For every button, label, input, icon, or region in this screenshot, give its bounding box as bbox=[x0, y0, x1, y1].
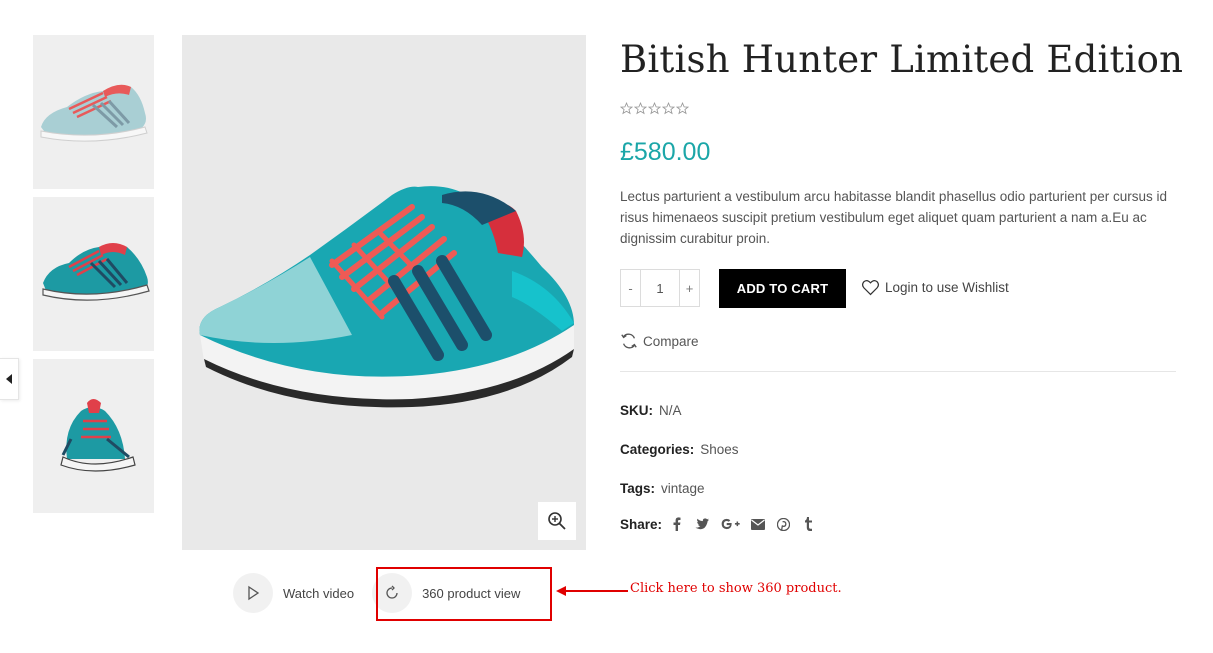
compare-link[interactable]: Compare bbox=[620, 332, 699, 350]
share-label: Share: bbox=[620, 516, 663, 532]
google-plus-icon[interactable] bbox=[720, 516, 740, 532]
main-product-image[interactable] bbox=[182, 35, 586, 550]
star-empty-icon bbox=[662, 102, 675, 115]
thumbnail-1[interactable] bbox=[33, 35, 154, 189]
categories-row: Categories: Shoes bbox=[620, 442, 739, 457]
annotation-text: Click here to show 360 product. bbox=[630, 581, 842, 596]
email-icon[interactable] bbox=[751, 516, 766, 532]
product-price: £580.00 bbox=[620, 138, 711, 166]
compare-icon bbox=[621, 333, 637, 349]
sku-row: SKU: N/A bbox=[620, 403, 682, 418]
sku-label: SKU: bbox=[620, 403, 653, 418]
360-view-button[interactable]: 360 product view bbox=[372, 573, 520, 613]
360-view-label: 360 product view bbox=[422, 585, 521, 601]
play-icon bbox=[233, 573, 273, 613]
divider bbox=[620, 371, 1176, 372]
product-description: Lectus parturient a vestibulum arcu habi… bbox=[620, 189, 1168, 246]
shoe-thumbnail-image bbox=[40, 84, 148, 142]
tag-link-vintage[interactable]: vintage bbox=[661, 481, 705, 496]
shoe-main-image bbox=[199, 186, 574, 408]
quantity-stepper: - + bbox=[620, 269, 700, 307]
caret-left-icon bbox=[6, 374, 12, 384]
tags-row: Tags: vintage bbox=[620, 481, 705, 496]
sku-value: N/A bbox=[659, 403, 682, 418]
thumbnail-2[interactable] bbox=[33, 197, 154, 351]
heart-icon bbox=[861, 279, 880, 296]
shoe-thumbnail-image bbox=[42, 243, 150, 301]
media-buttons: Watch video 360 product view bbox=[233, 573, 520, 613]
facebook-icon[interactable] bbox=[670, 516, 684, 532]
star-empty-icon bbox=[648, 102, 661, 115]
qty-minus-button[interactable]: - bbox=[621, 270, 640, 306]
rotate-360-icon bbox=[372, 573, 413, 613]
add-to-cart-button[interactable]: ADD TO CART bbox=[719, 269, 846, 308]
star-empty-icon bbox=[634, 102, 647, 115]
pinterest-icon[interactable] bbox=[776, 516, 790, 532]
star-empty-icon bbox=[676, 102, 689, 115]
qty-plus-button[interactable]: + bbox=[680, 270, 699, 306]
watch-video-button[interactable]: Watch video bbox=[233, 573, 354, 613]
tumblr-icon[interactable] bbox=[801, 516, 815, 532]
zoom-in-icon bbox=[548, 512, 566, 530]
watch-video-label: Watch video bbox=[283, 585, 355, 601]
thumbnail-3[interactable] bbox=[33, 359, 154, 513]
side-panel-toggle[interactable] bbox=[0, 358, 19, 400]
shoe-thumbnail-image bbox=[60, 399, 136, 472]
category-link-shoes[interactable]: Shoes bbox=[700, 442, 738, 457]
annotation-arrow-icon bbox=[556, 586, 628, 596]
twitter-icon[interactable] bbox=[695, 516, 710, 532]
wishlist-link[interactable]: Login to use Wishlist bbox=[861, 279, 1009, 296]
star-empty-icon bbox=[620, 102, 633, 115]
qty-input[interactable] bbox=[640, 270, 680, 306]
compare-label: Compare bbox=[643, 333, 699, 349]
zoom-button[interactable] bbox=[538, 502, 576, 540]
categories-label: Categories: bbox=[620, 442, 695, 457]
rating-stars[interactable] bbox=[620, 102, 689, 115]
tags-label: Tags: bbox=[620, 481, 656, 496]
share-row: Share: bbox=[620, 516, 826, 532]
product-title: Bitish Hunter Limited Edition bbox=[620, 38, 1184, 81]
wishlist-label: Login to use Wishlist bbox=[885, 280, 1009, 295]
